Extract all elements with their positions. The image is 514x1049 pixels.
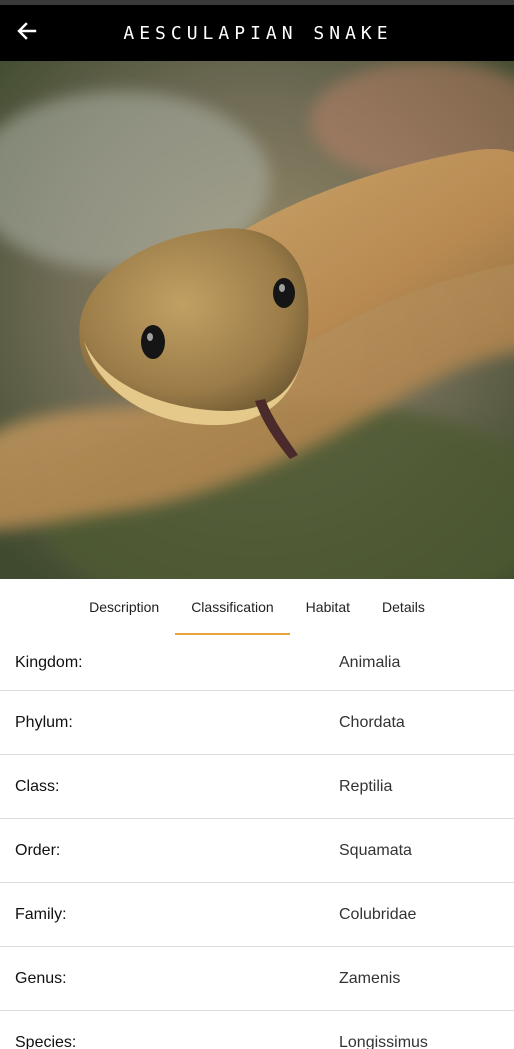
back-button[interactable] xyxy=(13,19,41,47)
tab-description[interactable]: Description xyxy=(73,579,175,635)
row-kingdom: Kingdom: Animalia xyxy=(0,635,514,691)
tab-bar: Description Classification Habitat Detai… xyxy=(0,579,514,635)
row-label: Species: xyxy=(15,1033,77,1049)
row-order: Order: Squamata xyxy=(0,819,514,883)
app-bar: AESCULAPIAN SNAKE xyxy=(0,5,514,61)
row-label: Kingdom: xyxy=(15,653,83,671)
row-value: Chordata xyxy=(339,713,405,731)
row-phylum: Phylum: Chordata xyxy=(0,691,514,755)
row-value: Zamenis xyxy=(339,969,401,987)
row-value: Longissimus xyxy=(339,1033,428,1049)
row-label: Family: xyxy=(15,905,67,923)
tab-classification[interactable]: Classification xyxy=(175,579,291,635)
tab-habitat[interactable]: Habitat xyxy=(290,579,366,635)
snake-photo xyxy=(0,61,514,579)
classification-list: Kingdom: Animalia Phylum: Chordata Class… xyxy=(0,635,514,1049)
row-genus: Genus: Zamenis xyxy=(0,947,514,1011)
page-title: AESCULAPIAN SNAKE xyxy=(123,22,393,44)
arrow-left-icon xyxy=(17,21,37,46)
row-label: Genus: xyxy=(15,969,67,987)
row-label: Order: xyxy=(15,841,61,859)
row-species: Species: Longissimus xyxy=(0,1011,514,1049)
row-value: Reptilia xyxy=(339,777,393,795)
row-value: Animalia xyxy=(339,653,401,671)
row-value: Colubridae xyxy=(339,905,417,923)
row-label: Class: xyxy=(15,777,60,795)
row-class: Class: Reptilia xyxy=(0,755,514,819)
row-value: Squamata xyxy=(339,841,412,859)
row-label: Phylum: xyxy=(15,713,73,731)
tab-details[interactable]: Details xyxy=(366,579,441,635)
row-family: Family: Colubridae xyxy=(0,883,514,947)
